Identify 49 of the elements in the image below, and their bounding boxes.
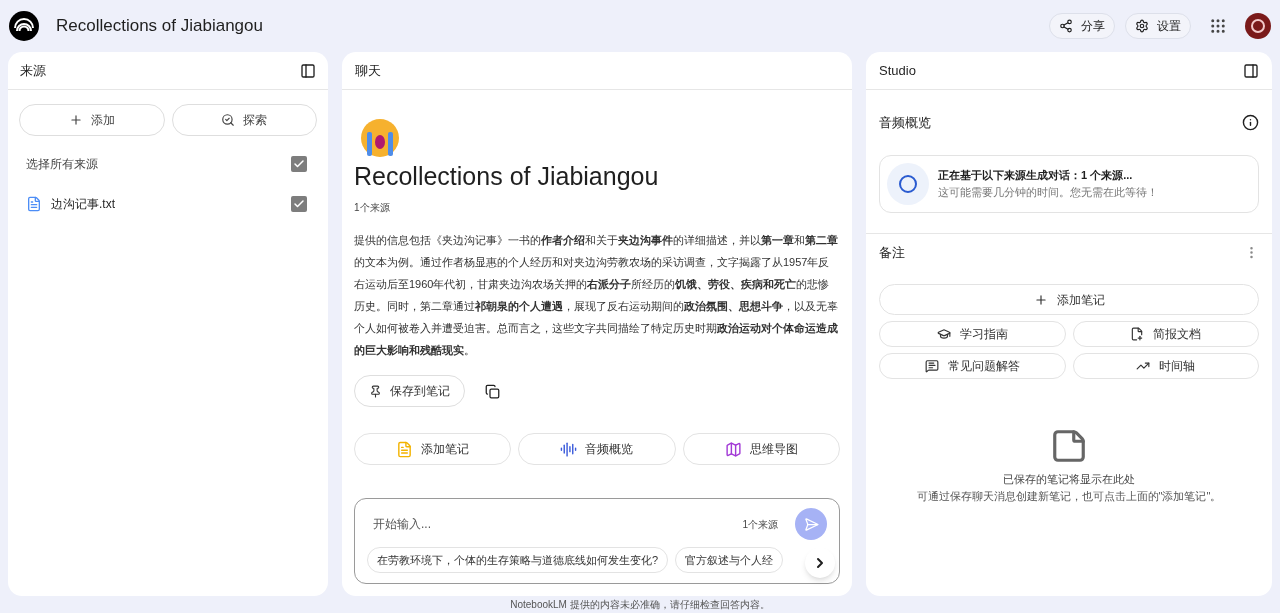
- send-icon: [803, 516, 819, 532]
- copy-icon[interactable]: [485, 383, 500, 399]
- info-icon[interactable]: [1242, 114, 1259, 132]
- disclaimer-text: NotebookLM 提供的内容未必准确，请仔细检查回答内容。: [510, 598, 770, 611]
- panel-title: 聊天: [355, 61, 381, 80]
- summary-text: 提供的信息包括《夹边沟记事》一书的作者介绍和关于夹边沟事件的详细描述，并以第一章和第二章的文本为例。通过作者杨显惠的个人经历和对夹边沟劳教农场的采访调查，文字揭露了从1957年反右运动后至1960年代初，甘肃夹边沟农场关押的右派分子所经历的饥饿、劳役、疾病和死亡的悲惨历史。同时，第二章通过祁朝泉的个人遭遇，展现了反右运动期间的政治氛围、思想斗争，以及无辜个人如何被卷入并遭受迫害。总而言之，这些文字共同描绘了特定历史时期政治运动对个体命运造成的巨大影响和残酷现实。: [354, 233, 839, 358]
- empty-text: 可通过保存聊天消息创建新笔记，也可点击上面的"添加笔记"。: [916, 488, 1222, 504]
- note-icon: [1050, 427, 1088, 465]
- map-icon: [724, 440, 742, 458]
- audio-icon: [560, 440, 578, 458]
- panel-toggle-icon[interactable]: [300, 62, 316, 79]
- check-icon: [293, 158, 305, 170]
- section-title: 音频概览: [879, 114, 931, 132]
- avatar[interactable]: [1245, 13, 1271, 39]
- graduation-cap-icon: [936, 327, 951, 341]
- source-item[interactable]: 边沟记事.txt: [51, 195, 115, 213]
- next-button[interactable]: [805, 548, 835, 578]
- status-title: 正在基于以下来源生成对话：1 个来源...: [938, 168, 1134, 183]
- pin-icon: [369, 384, 382, 398]
- source-count: 1个来源: [742, 517, 778, 532]
- checkbox[interactable]: [291, 156, 307, 172]
- empty-title: 已保存的笔记将显示在此处: [1003, 472, 1135, 487]
- panel-toggle-icon[interactable]: [1243, 62, 1259, 79]
- share-button[interactable]: 分享: [1049, 13, 1115, 39]
- settings-button[interactable]: 设置: [1125, 13, 1191, 39]
- check-icon: [293, 198, 305, 210]
- logo-icon: [9, 11, 39, 41]
- source-count: 1个来源: [354, 201, 391, 215]
- notebook-heading: Recollections of Jiabiangou: [354, 161, 660, 192]
- panel-title: 来源: [20, 61, 46, 80]
- select-all-label: 选择所有来源: [26, 156, 98, 173]
- chat-icon: [924, 359, 939, 373]
- document-icon: [26, 196, 42, 212]
- checkbox[interactable]: [291, 196, 307, 212]
- share-icon: [1059, 19, 1073, 33]
- apps-icon[interactable]: [1209, 17, 1227, 35]
- search-icon: [221, 113, 236, 127]
- notebook-title: Recollections of Jiabiangou: [56, 15, 263, 38]
- chat-input-field[interactable]: 开始输入...: [367, 515, 743, 533]
- crying-emoji-icon: [360, 118, 400, 158]
- document-icon: [1130, 327, 1145, 341]
- plus-icon: [68, 113, 83, 127]
- status-text: 这可能需要几分钟的时间。您无需在此等待！: [938, 184, 1158, 200]
- document-icon: [396, 440, 414, 458]
- panel-title: Studio: [879, 61, 916, 80]
- plus-icon: [1033, 292, 1048, 307]
- loading-icon: [887, 162, 929, 205]
- section-title: 备注: [879, 243, 905, 262]
- settings-icon: [1135, 19, 1149, 33]
